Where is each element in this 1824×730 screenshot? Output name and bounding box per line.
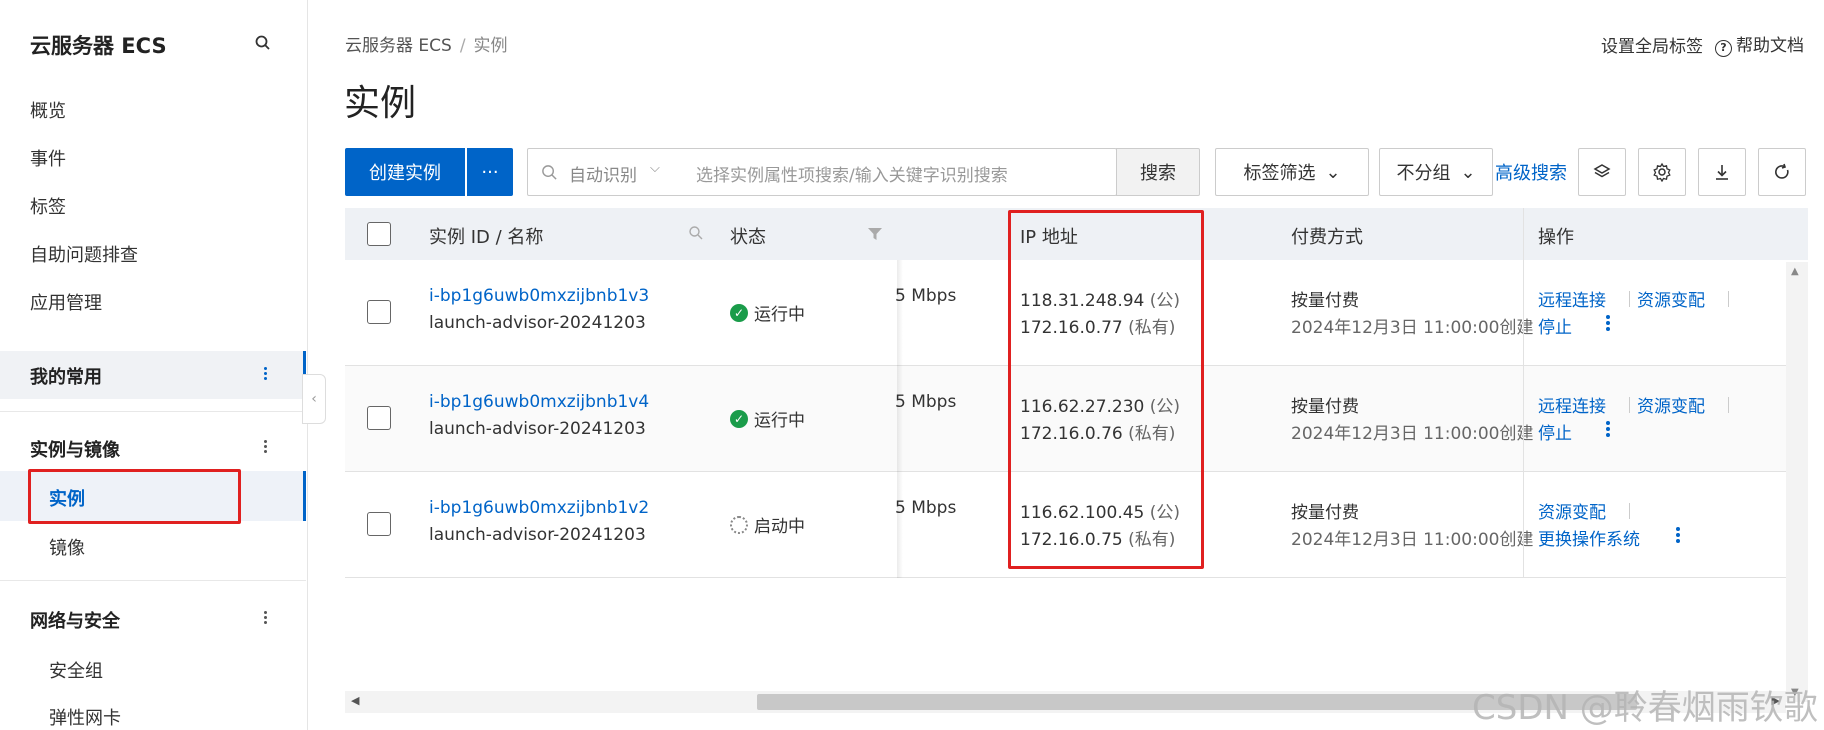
status-text: 运行中 <box>754 305 805 325</box>
filter-icon[interactable] <box>867 226 883 242</box>
search-box[interactable]: 自动识别 ⌵ 选择实例属性项搜索/输入关键字识别搜索 <box>527 148 1117 196</box>
scroll-up-icon[interactable]: ▲ <box>1791 266 1799 277</box>
sidebar: 云服务器 ECS 概览 事件 标签 自助问题排查 应用管理 我的常用 实例与镜像… <box>0 0 308 730</box>
topbar-actions: 设置全局标签 ? 帮助文档 <box>1601 31 1804 57</box>
breadcrumb: 云服务器 ECS / 实例 <box>345 31 508 56</box>
download-icon <box>1716 165 1728 180</box>
col-id-name: 实例 ID / 名称 <box>429 227 544 248</box>
highlight-box <box>1008 210 1204 569</box>
col-billing: 付费方式 <box>1291 227 1363 248</box>
sidebar-favorites-label: 我的常用 <box>30 367 102 388</box>
sidebar-group-label: 网络与安全 <box>30 611 120 632</box>
refresh-icon <box>1775 163 1789 179</box>
tag-filter-button[interactable]: 标签筛选 ⌄ <box>1215 148 1369 196</box>
download-button[interactable] <box>1698 148 1746 196</box>
status-badge: 启动中 <box>730 512 805 537</box>
sidebar-item-images[interactable]: 镜像 <box>49 534 85 560</box>
gear-icon <box>1653 162 1671 182</box>
search-scope-select[interactable]: 自动识别 <box>569 161 637 186</box>
search-icon[interactable] <box>688 225 704 241</box>
group-select-label: 不分组 <box>1396 163 1451 184</box>
instance-id-link[interactable]: i-bp1g6uwb0mxzijbnb1v2 <box>429 498 649 518</box>
loading-icon <box>730 515 748 534</box>
chevron-down-icon: ⌄ <box>1460 161 1476 183</box>
row-checkbox[interactable] <box>367 406 391 430</box>
instance-name: launch-advisor-20241203 <box>429 313 646 333</box>
scroll-left-icon[interactable]: ◀ <box>351 694 359 707</box>
create-instance-button[interactable]: 创建实例 <box>345 148 465 196</box>
vertical-scrollbar[interactable]: ▲ ▼ <box>1786 262 1808 702</box>
highlight-box <box>28 469 241 524</box>
column-shadow <box>897 260 903 578</box>
sidebar-divider <box>0 580 306 581</box>
search-icon[interactable] <box>254 34 272 52</box>
sidebar-title: 云服务器 ECS <box>30 34 167 58</box>
bandwidth: 5 Mbps <box>895 498 957 518</box>
chevron-down-icon: ⌵ <box>650 161 660 176</box>
select-all-checkbox[interactable] <box>367 222 391 246</box>
instance-id-link[interactable]: i-bp1g6uwb0mxzijbnb1v3 <box>429 286 649 306</box>
check-circle-icon: ✓ <box>730 303 748 322</box>
instance-id-link[interactable]: i-bp1g6uwb0mxzijbnb1v4 <box>429 392 649 412</box>
sidebar-item-overview[interactable]: 概览 <box>30 97 66 123</box>
help-label: 帮助文档 <box>1736 36 1804 56</box>
tag-filter-label: 标签筛选 <box>1243 163 1316 184</box>
global-tags-link[interactable]: 设置全局标签 <box>1601 32 1703 57</box>
instance-name: launch-advisor-20241203 <box>429 419 646 439</box>
check-circle-icon: ✓ <box>730 409 748 428</box>
chevron-down-icon: ⌄ <box>1325 161 1341 183</box>
sidebar-item-app-management[interactable]: 应用管理 <box>30 289 102 315</box>
sidebar-item-tags[interactable]: 标签 <box>30 193 66 219</box>
sidebar-group-instances[interactable]: 实例与镜像 <box>0 424 306 472</box>
search-input[interactable]: 选择实例属性项搜索/输入关键字识别搜索 <box>696 161 1008 186</box>
sidebar-item-eni[interactable]: 弹性网卡 <box>49 704 121 730</box>
help-icon: ? <box>1715 40 1732 57</box>
sidebar-item-events[interactable]: 事件 <box>30 145 66 171</box>
layers-button[interactable] <box>1578 148 1626 196</box>
bandwidth: 5 Mbps <box>895 392 957 412</box>
bandwidth: 5 Mbps <box>895 286 957 306</box>
search-button[interactable]: 搜索 <box>1116 148 1200 196</box>
sidebar-item-self-diagnosis[interactable]: 自助问题排查 <box>30 241 138 267</box>
breadcrumb-current: 实例 <box>473 36 508 56</box>
kebab-icon[interactable] <box>262 609 268 629</box>
created-time: 2024年12月3日 11:00:00创建 <box>1291 424 1534 444</box>
col-status: 状态 <box>730 227 766 248</box>
billing-method: 按量付费 <box>1291 503 1359 523</box>
settings-button[interactable] <box>1638 148 1686 196</box>
status-text: 运行中 <box>754 411 805 431</box>
sidebar-divider <box>0 411 306 412</box>
status-text: 启动中 <box>754 517 805 537</box>
group-select[interactable]: 不分组 ⌄ <box>1379 148 1493 196</box>
created-time: 2024年12月3日 11:00:00创建 <box>1291 530 1534 550</box>
refresh-button[interactable] <box>1758 148 1806 196</box>
kebab-icon[interactable] <box>262 365 268 385</box>
help-link[interactable]: ? 帮助文档 <box>1715 31 1804 57</box>
breadcrumb-root[interactable]: 云服务器 ECS <box>345 36 452 56</box>
more-actions-button[interactable]: ··· <box>467 148 513 196</box>
watermark: CSDN @聆春烟雨钦歌 <box>1472 688 1818 728</box>
billing-method: 按量付费 <box>1291 397 1359 417</box>
search-icon <box>542 165 557 180</box>
row-checkbox[interactable] <box>367 300 391 324</box>
status-badge: ✓ 运行中 <box>730 300 805 325</box>
breadcrumb-separator: / <box>459 36 466 56</box>
ops-column-divider <box>1523 208 1808 578</box>
billing-method: 按量付费 <box>1291 291 1359 311</box>
page-title: 实例 <box>344 83 417 124</box>
layers-icon <box>1593 164 1611 178</box>
sidebar-item-security-group[interactable]: 安全组 <box>49 657 103 683</box>
row-checkbox[interactable] <box>367 512 391 536</box>
sidebar-group-label: 实例与镜像 <box>30 440 120 461</box>
sidebar-collapse-button[interactable]: ‹ <box>302 374 326 424</box>
status-badge: ✓ 运行中 <box>730 406 805 431</box>
instance-name: launch-advisor-20241203 <box>429 525 646 545</box>
sidebar-favorites[interactable]: 我的常用 <box>0 351 306 399</box>
advanced-search-link[interactable]: 高级搜索 <box>1495 159 1567 185</box>
kebab-icon[interactable] <box>262 438 268 458</box>
created-time: 2024年12月3日 11:00:00创建 <box>1291 318 1534 338</box>
sidebar-group-network[interactable]: 网络与安全 <box>0 595 306 643</box>
